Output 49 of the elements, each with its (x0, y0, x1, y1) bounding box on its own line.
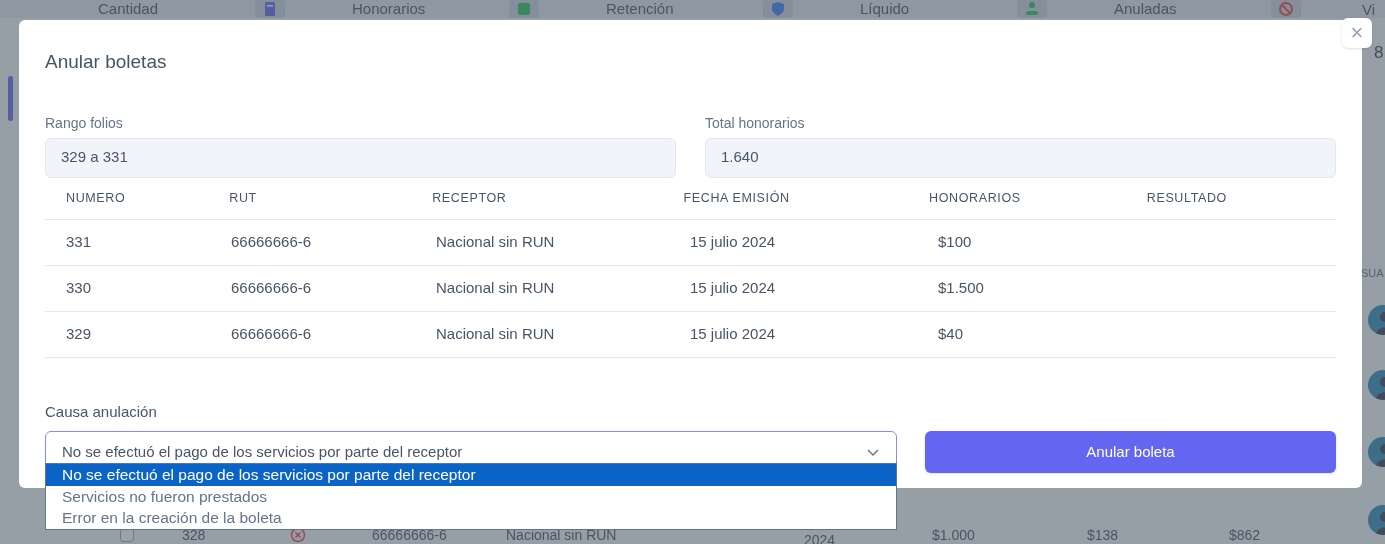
table-cell-text: 2024 (804, 530, 837, 544)
table-cell-text: $1.500 (938, 277, 985, 298)
shield-icon (763, 0, 793, 18)
book-icon (255, 0, 285, 18)
square-icon (509, 0, 539, 18)
dropdown-option[interactable]: Servicios no fueron prestados (46, 485, 896, 507)
table-cell-text: Nacional sin RUN (436, 323, 556, 344)
cancel-receipt-button[interactable]: Anular boleta (925, 431, 1336, 473)
error-icon (290, 527, 306, 543)
summary-value: 8 (1374, 42, 1384, 64)
table-cell-text: $100 (938, 231, 973, 252)
column-header: RUT (229, 189, 258, 207)
table-cell-text: 15 julio 2024 (690, 277, 777, 298)
summary-label: Retención (606, 0, 675, 19)
column-header: RESULTADO (1146, 189, 1228, 207)
input-field[interactable]: 329 a 331 (45, 137, 676, 178)
input-field[interactable]: 1.640 (705, 137, 1336, 178)
table-cell-text: $862 (1229, 525, 1262, 544)
table-cell-text: 66666666-6 (231, 231, 313, 252)
column-header: RECEPTOR (432, 189, 508, 207)
table-cell-text: 331 (66, 231, 93, 252)
table-cell-text: 15 julio 2024 (690, 323, 777, 344)
summary-label: Vi (1362, 0, 1376, 20)
summary-label: Líquido (860, 0, 911, 19)
table-cell-text: $1.000 (932, 525, 976, 544)
table-cell-text: 329 (66, 323, 93, 344)
table-cell-text: Nacional sin RUN (436, 277, 556, 298)
column-header: NUMERO (66, 189, 127, 207)
summary-label: Anuladas (1114, 0, 1178, 19)
table-cell-text: 15 julio 2024 (690, 231, 777, 252)
column-header: SUA (1361, 266, 1384, 281)
nav-indicator (8, 76, 13, 121)
table-cell-text: $40 (938, 323, 965, 344)
summary-label: Cantidad (98, 0, 160, 19)
table-cell-text: Nacional sin RUN (436, 231, 556, 252)
field-label: Rango folios (45, 113, 124, 133)
select-value: No se efectuó el pago de los servicios por parte del receptor (62, 441, 463, 462)
column-header: HONORARIOS (929, 189, 1022, 207)
table-cell-text: 66666666-6 (231, 323, 313, 344)
dropdown-option[interactable]: No se efectuó el pago de los servicios por parte del receptor (46, 464, 896, 486)
field-label: Causa anulación (45, 401, 158, 422)
summary-label: Honorarios (352, 0, 427, 19)
table-cell-text: 66666666-6 (231, 277, 313, 298)
table-cell-text: 330 (66, 277, 93, 298)
dialog-title: Anular boletas (45, 50, 168, 74)
ban-icon (1271, 0, 1301, 18)
column-header: FECHA EMISIÓN (683, 189, 791, 207)
table-cell-text: $138 (1087, 525, 1120, 544)
field-label: Total honorarios (705, 113, 806, 133)
